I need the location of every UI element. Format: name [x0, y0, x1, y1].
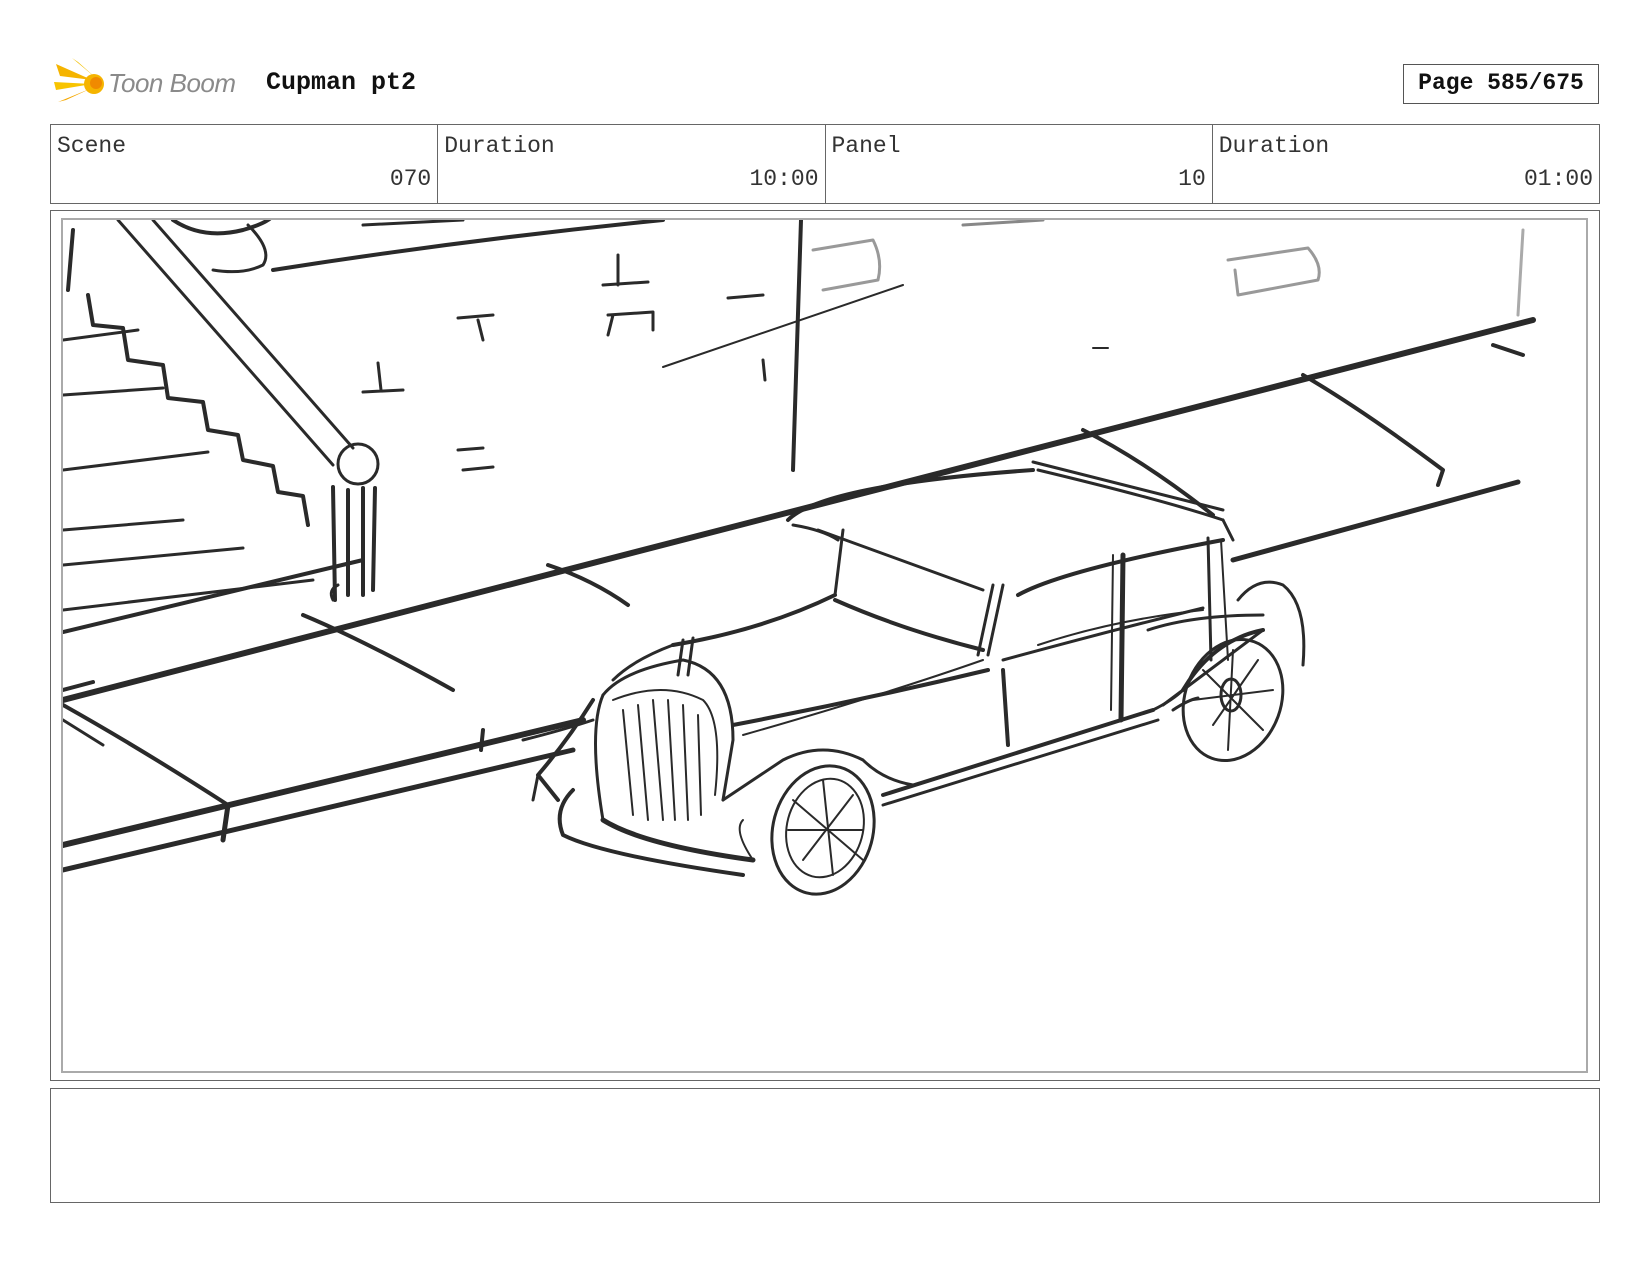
panel-label: Panel — [831, 133, 901, 159]
scene-duration-label: Duration — [444, 133, 555, 159]
scene-value: 070 — [389, 166, 432, 192]
scene-cell: Scene 070 — [51, 125, 439, 203]
scene-duration-cell: Duration 10:00 — [438, 125, 826, 203]
panel-duration-value: 01:00 — [1523, 166, 1593, 192]
storyboard-panel-frame — [50, 210, 1600, 1081]
panel-duration-label: Duration — [1218, 133, 1330, 159]
sketch-drawing — [63, 220, 1536, 896]
storyboard-panel-image — [61, 218, 1588, 1073]
project-title: Cupman pt2 — [266, 68, 417, 97]
panel-value: 10 — [1178, 166, 1206, 192]
scene-info-row: Scene 070 Duration 10:00 Panel 10 Durati… — [50, 124, 1600, 204]
scene-duration-value: 10:00 — [749, 166, 819, 192]
page-indicator: Page 585/675 — [1403, 64, 1599, 104]
logo-text: Toon Boom — [108, 68, 236, 98]
scene-label: Scene — [57, 133, 127, 159]
panel-cell: Panel 10 — [826, 125, 1213, 203]
panel-notes-box — [50, 1088, 1600, 1203]
panel-duration-cell: Duration 01:00 — [1213, 125, 1599, 203]
